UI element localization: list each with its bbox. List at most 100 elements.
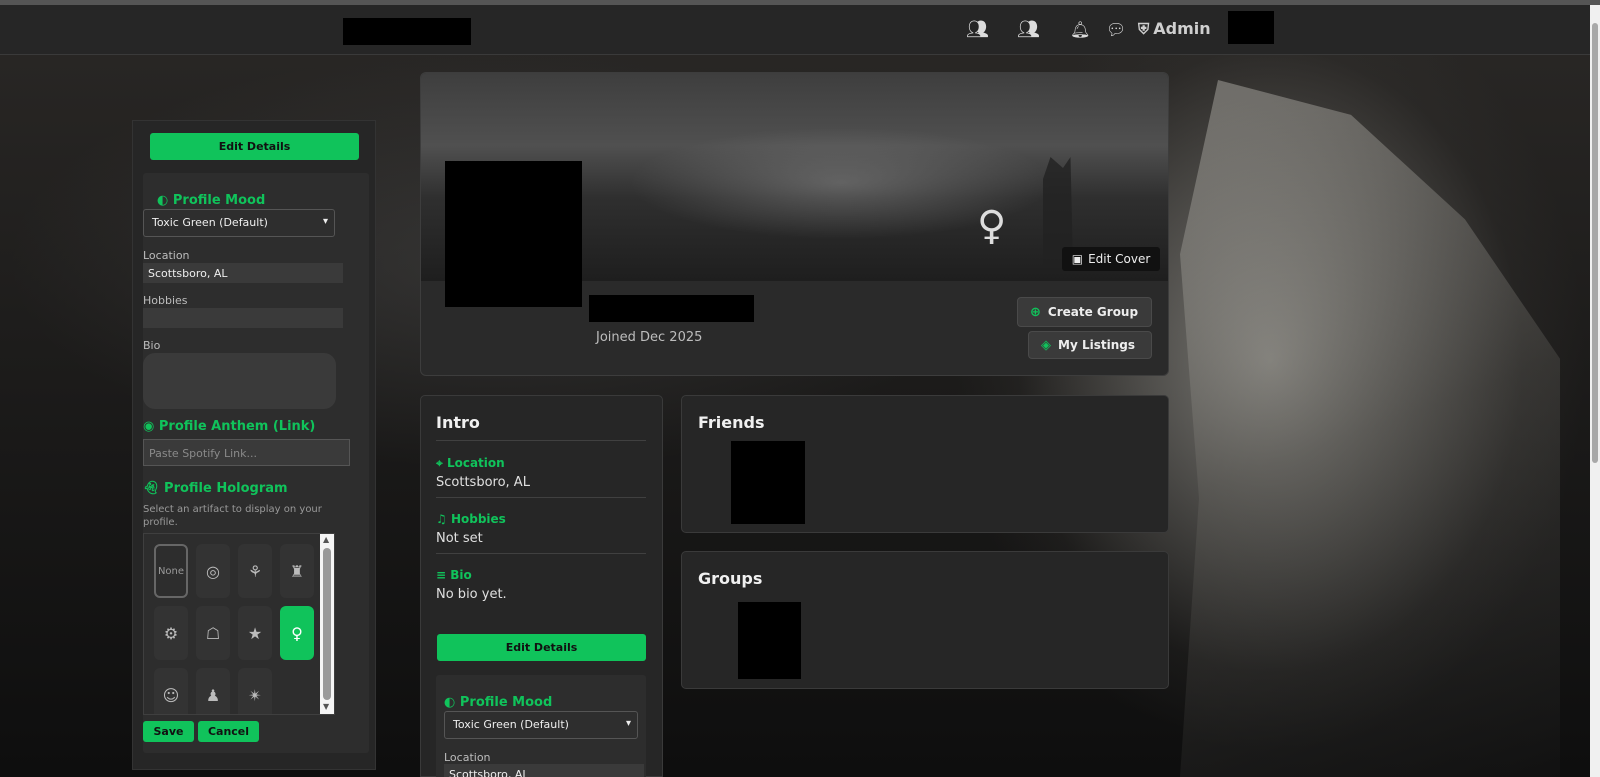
palette-icon: ◐: [444, 695, 456, 710]
my-listings-button[interactable]: ◈ My Listings: [1028, 331, 1152, 359]
profile-mood-label: Profile Mood: [172, 193, 266, 208]
hologram-grid: None ◎ ⚘ ♜ ⚙ ☖ ★ ♀ ☺ ♟ ✴ ▲ ▼: [143, 533, 335, 715]
edit-profile-panel: Edit Details ◐ Profile Mood Toxic Green …: [132, 120, 376, 770]
cancel-button[interactable]: Cancel: [198, 721, 259, 742]
hologram-scrollbar-thumb[interactable]: [323, 548, 331, 700]
chevron-down-icon: ▾: [625, 718, 631, 729]
intro-title: Intro: [436, 413, 480, 432]
create-group-button[interactable]: ⊕ Create Group: [1017, 297, 1152, 327]
friends-title: Friends: [698, 413, 765, 432]
shield-icon: ⛨: [1138, 20, 1150, 38]
profile-anthem-title: ◉ Profile Anthem (Link): [143, 419, 315, 434]
edit-cover-button[interactable]: ▣ Edit Cover: [1062, 247, 1160, 271]
profile-hologram-title: 👻︎ Profile Hologram: [143, 481, 288, 496]
intro-location-label: ⌖ Location: [436, 456, 505, 471]
hologram-item[interactable]: ◎: [196, 544, 230, 598]
spotify-icon: ◉: [143, 419, 155, 434]
intro-mood-select[interactable]: Toxic Green (Default) ▾: [444, 711, 638, 739]
profile-mood-title: ◐ Profile Mood: [157, 193, 265, 208]
hologram-none[interactable]: None: [154, 544, 188, 598]
intro-mood-label: Profile Mood: [459, 695, 553, 710]
map-pin-icon: ⌖: [436, 456, 443, 470]
mood-select-value: Toxic Green (Default): [152, 216, 268, 229]
hobbies-label: Hobbies: [143, 294, 188, 307]
location-label: Location: [143, 249, 190, 262]
hologram-item-selected[interactable]: ♀: [280, 606, 314, 660]
profile-anthem-label: Profile Anthem (Link): [158, 419, 316, 434]
friends-card: Friends: [681, 395, 1169, 533]
profile-header-card: ♀ ▣ Edit Cover Joined Dec 2025 ⊕ Create …: [420, 72, 1169, 376]
hologram-figure-icon: ♀: [977, 203, 1007, 249]
hologram-item[interactable]: ✴: [238, 668, 272, 714]
intro-mood-title: ◐ Profile Mood: [444, 695, 552, 710]
intro-divider: [436, 553, 646, 554]
intro-card: Intro ⌖ Location Scottsboro, AL ♫ Hobbie…: [420, 395, 663, 777]
hologram-item[interactable]: ☖: [196, 606, 230, 660]
save-button[interactable]: Save: [143, 721, 194, 742]
hologram-item[interactable]: ★: [238, 606, 272, 660]
edit-cover-label: Edit Cover: [1088, 252, 1151, 266]
groups-card: Groups: [681, 551, 1169, 689]
site-logo[interactable]: [343, 18, 471, 45]
intro-hobbies-value: Not set: [436, 531, 483, 546]
chat-icon[interactable]: 💬︎: [1106, 20, 1126, 40]
groups-title: Groups: [698, 569, 763, 588]
intro-edit-form: ◐ Profile Mood Toxic Green (Default) ▾ L…: [436, 675, 646, 777]
chevron-down-icon: ▾: [322, 216, 328, 227]
location-input[interactable]: Scottsboro, AL: [143, 263, 343, 283]
ghost-icon: 👻︎: [143, 481, 160, 496]
intro-hobbies-label: ♫ Hobbies: [436, 512, 506, 526]
hologram-item[interactable]: ⚘: [238, 544, 272, 598]
anthem-input[interactable]: Paste Spotify Link...: [143, 439, 350, 466]
bio-label: Bio: [143, 339, 161, 352]
intro-divider: [436, 440, 646, 441]
hologram-description: Select an artifact to display on your pr…: [143, 504, 322, 528]
page-scrollbar-thumb[interactable]: [1592, 23, 1598, 463]
hologram-item[interactable]: ⚙: [154, 606, 188, 660]
hologram-scrollbar[interactable]: ▲ ▼: [320, 534, 334, 714]
joined-date: Joined Dec 2025: [596, 330, 703, 345]
my-listings-label: My Listings: [1058, 338, 1135, 352]
hologram-item[interactable]: ♟: [196, 668, 230, 714]
friend-avatar[interactable]: [731, 441, 805, 524]
intro-divider: [436, 497, 646, 498]
bell-icon[interactable]: 🔔︎: [1070, 20, 1090, 40]
intro-hobbies-label-text: Hobbies: [450, 512, 506, 526]
hologram-item[interactable]: ☺: [154, 668, 188, 714]
profile-hologram-label: Profile Hologram: [164, 481, 288, 496]
hologram-item[interactable]: ♜: [280, 544, 314, 598]
intro-location-input[interactable]: Scottsboro, AL: [444, 764, 644, 777]
admin-label: Admin: [1153, 19, 1211, 38]
intro-location-value: Scottsboro, AL: [436, 475, 530, 490]
intro-bio-label-text: Bio: [450, 568, 472, 582]
bio-textarea[interactable]: [143, 353, 336, 409]
intro-bio-value: No bio yet.: [436, 587, 507, 602]
intro-bio-label: ≡ Bio: [436, 568, 472, 582]
user-avatar[interactable]: [1228, 11, 1274, 44]
scroll-down-icon[interactable]: ▼: [323, 702, 329, 711]
intro-location-field-label: Location: [444, 751, 491, 764]
scroll-up-icon[interactable]: ▲: [323, 535, 329, 544]
palette-icon: ◐: [157, 193, 169, 208]
group-avatar[interactable]: [738, 602, 801, 679]
tags-icon: ◈: [1041, 337, 1051, 353]
edit-details-button[interactable]: Edit Details: [150, 133, 359, 160]
plus-circle-icon: ⊕: [1030, 304, 1041, 320]
top-navbar: 👥︎ 👥︎ 🔔︎ 💬︎ ⛨ Admin: [0, 5, 1590, 55]
camera-icon: ▣: [1071, 252, 1084, 266]
profile-picture[interactable]: [445, 161, 582, 307]
intro-mood-value: Toxic Green (Default): [453, 718, 569, 731]
mood-select[interactable]: Toxic Green (Default) ▾: [143, 209, 335, 237]
music-note-icon: ♫: [436, 512, 447, 526]
admin-link[interactable]: ⛨ Admin: [1138, 19, 1211, 38]
friends-icon[interactable]: 👥︎: [966, 20, 989, 40]
page-scrollbar[interactable]: [1590, 5, 1600, 777]
groups-icon[interactable]: 👥︎: [1017, 20, 1040, 40]
intro-location-label-text: Location: [446, 456, 505, 470]
edit-form: ◐ Profile Mood Toxic Green (Default) ▾ L…: [143, 173, 369, 753]
profile-name: [589, 295, 754, 322]
intro-edit-details-button[interactable]: Edit Details: [437, 634, 646, 661]
hobbies-input[interactable]: [143, 308, 343, 328]
create-group-label: Create Group: [1047, 305, 1139, 319]
text-align-icon: ≡: [436, 568, 447, 582]
